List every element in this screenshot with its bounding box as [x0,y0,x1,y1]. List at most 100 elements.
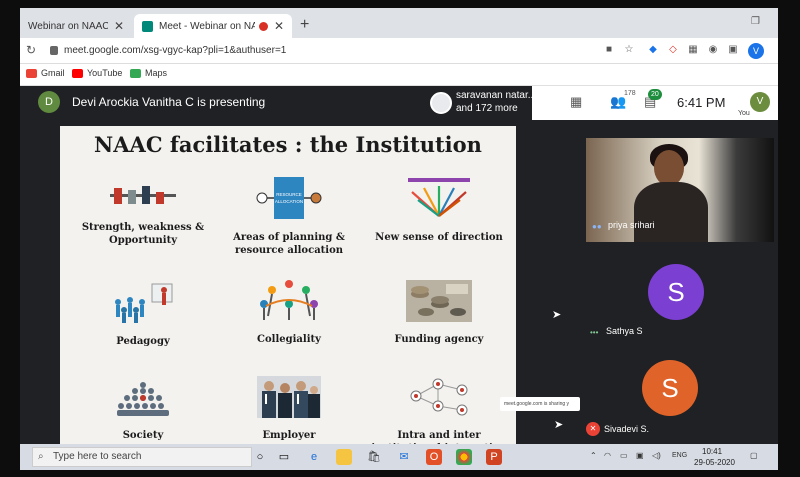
self-label: You [738,110,750,117]
people-circle-icon [260,280,318,320]
taskbar-search[interactable]: ⌕ Type here to search [32,447,252,467]
mic-muted-icon: ✕ [586,422,600,436]
browser-tab-webinar[interactable]: Webinar on NAAC Acc ✕ [20,14,132,38]
slide-item-label: Employer [262,430,316,441]
meet-top-bar: D Devi Arockia Vanitha C is presenting s… [20,86,778,120]
participant-tile-sathya[interactable]: S ••• Sathya S [586,242,774,342]
close-tab-icon[interactable]: ✕ [114,19,124,33]
people-count: 178 [624,90,636,97]
taskbar-date[interactable]: 29-05-2020 [694,458,735,467]
chat-count-badge: 20 [648,89,662,100]
extension-icon[interactable]: ▣ [726,44,740,58]
resource-box-text: RESOURCE [276,192,302,197]
bookmark-youtube[interactable]: YouTube [72,68,122,78]
bookmark-label: YouTube [87,68,123,78]
network-icon [410,378,468,416]
meeting-clock: 6:41 PM [677,95,726,110]
slide-item-label: Pedagogy [116,336,170,347]
direction-arrows-icon [408,178,470,217]
language-indicator[interactable]: ENG [672,452,687,459]
crowd-icon [117,382,169,416]
slide-item-resource-allocation: RESOURCE ALLOCATION Areas of planning & … [214,176,364,257]
presenter-avatar: D [38,91,60,113]
participant-tile-sivadevi[interactable]: S ✕ Sivadevi S. [586,342,774,442]
slide-item-swot: Strength, weakness & Opportunity [68,184,218,247]
bookmark-maps[interactable]: Maps [130,68,167,78]
search-placeholder: Type here to search [53,451,142,462]
task-view-icon[interactable]: ▭ [276,449,292,465]
audio-level-icon: ●● [592,222,602,231]
bookmark-gmail[interactable]: Gmail [26,68,65,78]
layout-icon[interactable]: ▦ [570,94,582,110]
extension-icon[interactable]: ▦ [686,44,700,58]
meet-favicon-icon [142,20,153,32]
participant-face [654,150,684,186]
extension-icon[interactable]: ◆ [646,44,660,58]
participant-avatar: S [648,264,704,320]
bookmark-star-icon[interactable]: ☆ [622,44,636,58]
bookmark-label: Maps [145,68,168,78]
mouse-cursor-icon: ➤ [554,419,564,431]
chrome-icon[interactable] [456,449,472,465]
participant-name: Sivadevi S. [604,424,650,434]
participant-tile-camera[interactable]: ●● priya srihari [586,138,774,242]
maps-icon [130,68,141,78]
slide-item-society: Society [68,380,218,442]
windows-taskbar: ⌕ Type here to search ○ ▭ e 🛍 ✉ O P ⌃ ◠ … [20,444,778,470]
slide-item-pedagogy: Pedagogy [68,280,218,348]
volume-icon[interactable]: ◁) [652,451,661,460]
new-tab-button[interactable]: + [300,16,309,34]
tab-label: Webinar on NAAC Acc [28,20,108,32]
browser-tab-bar: Webinar on NAAC Acc ✕ Meet - Webinar on … [20,8,778,38]
youtube-icon [72,68,83,78]
browser-tab-meet[interactable]: Meet - Webinar on NAAC Ac ✕ [134,14,292,38]
store-icon[interactable]: 🛍 [366,449,382,465]
screen: Webinar on NAAC Acc ✕ Meet - Webinar on … [20,8,778,470]
extension-icon[interactable]: ◇ [666,44,680,58]
bookmark-label: Gmail [41,68,65,78]
powerpoint-icon[interactable]: P [486,449,502,465]
participant-body [634,182,708,242]
notification-icon[interactable]: ▢ [750,451,758,460]
bookmarks-bar: Gmail YouTube Maps [20,64,778,86]
slide-item-label: Funding agency [394,334,484,345]
presenting-label: Devi Arockia Vanitha C is presenting [72,95,266,109]
mail-icon[interactable]: ✉ [396,449,412,465]
classroom-figures-icon [115,283,173,323]
edge-icon[interactable]: e [306,449,322,465]
taskbar-time[interactable]: 10:41 [702,447,722,456]
file-explorer-icon[interactable] [336,449,352,465]
tab-label: Meet - Webinar on NAAC Ac [159,20,255,32]
swot-chart-icon [110,186,176,204]
camera-permission-icon[interactable]: ■ [602,44,616,58]
tray-icon[interactable]: ▣ [636,451,644,460]
cortana-icon[interactable]: ○ [252,449,268,465]
window-restore-icon[interactable]: ❐ [751,16,760,27]
network-tray-icon[interactable]: ◠ [604,451,611,460]
business-people-icon [257,376,321,418]
participant-name: priya srihari [608,220,655,230]
lock-icon[interactable] [50,46,58,55]
self-avatar[interactable]: V [750,92,770,112]
battery-icon[interactable]: ▭ [620,451,628,460]
address-bar-row: ↻ meet.google.com/xsg-vgyc-kap?pli=1&aut… [20,38,778,64]
recording-indicator-icon [258,21,268,31]
url-field[interactable]: meet.google.com/xsg-vgyc-kap?pli=1&authu… [64,45,286,56]
participant-name: Sathya S [606,326,643,336]
office-icon[interactable]: O [426,449,442,465]
presentation-slide: NAAC facilitates : the Institution Stren… [60,126,516,454]
audio-level-icon: ••• [590,328,599,337]
slide-item-funding: Funding agency [364,280,514,346]
close-tab-icon[interactable]: ✕ [274,19,284,33]
slide-title: NAAC facilitates : the Institution [94,132,482,157]
reload-icon[interactable]: ↻ [26,43,36,57]
slide-item-label: Society [122,430,164,441]
participants-summary: saravanan natar... [456,90,537,101]
slide-item-label: Collegiality [257,334,321,345]
extension-icon[interactable]: ◉ [706,44,720,58]
slide-item-label: Areas of planning & resource allocation [233,232,345,256]
profile-avatar[interactable]: V [748,43,764,59]
tray-chevron-icon[interactable]: ⌃ [590,451,597,460]
meet-main-area: NAAC facilitates : the Institution Stren… [20,120,778,454]
sharing-notice[interactable]: meet.google.com is sharing y [500,397,580,411]
